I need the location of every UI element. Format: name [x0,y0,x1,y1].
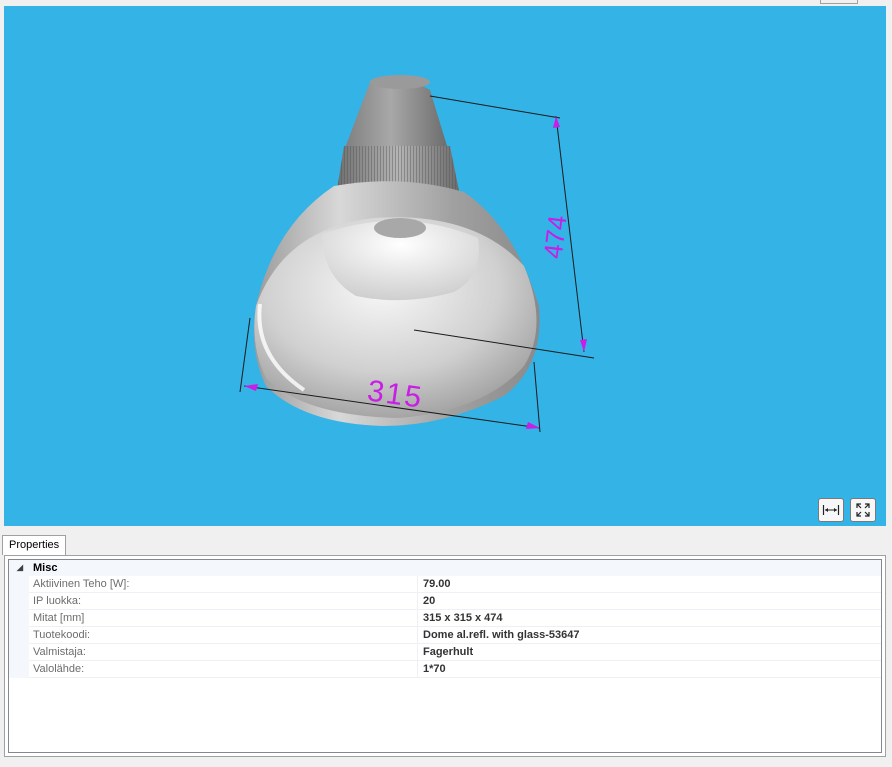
property-name: Mitat [mm] [33,610,418,626]
properties-panel: ◢ Misc Aktiivinen Teho [W]: 79.00 IP luo… [4,555,886,757]
property-value[interactable]: 1*70 [423,661,881,677]
luminaire-3d-model: 474 315 [239,75,595,433]
property-row[interactable]: Tuotekoodi: Dome al.refl. with glass-536… [9,627,881,644]
property-name: Tuotekoodi: [33,627,418,643]
fit-to-view-icon [856,503,870,517]
dimension-arrow-bottom [580,339,587,352]
property-name: Valolähde: [33,661,418,677]
property-grid: ◢ Misc Aktiivinen Teho [W]: 79.00 IP luo… [8,559,882,753]
category-row-misc[interactable]: ◢ Misc [9,560,881,576]
property-name: IP luokka: [33,593,418,609]
top-panel-tab-edge [820,0,858,4]
property-row[interactable]: Aktiivinen Teho [W]: 79.00 [9,576,881,593]
property-value[interactable]: 20 [423,593,881,609]
property-row[interactable]: IP luokka: 20 [9,593,881,610]
property-row[interactable]: Valolähde: 1*70 [9,661,881,678]
fit-to-view-button[interactable] [850,498,876,522]
collapse-triangle-icon[interactable]: ◢ [13,560,27,576]
property-value[interactable]: 315 x 315 x 474 [423,610,881,626]
property-name: Valmistaja: [33,644,418,660]
property-value[interactable]: Fagerhult [423,644,881,660]
property-value[interactable]: Dome al.refl. with glass-53647 [423,627,881,643]
3d-viewport[interactable]: 474 315 [4,6,886,526]
property-value[interactable]: 79.00 [423,576,881,592]
property-row[interactable]: Mitat [mm] 315 x 315 x 474 [9,610,881,627]
property-name: Aktiivinen Teho [W]: [33,576,418,592]
height-dimension-label: 474 [538,214,573,261]
tab-properties[interactable]: Properties [2,535,67,555]
measure-dimensions-button[interactable] [818,498,844,522]
property-row[interactable]: Valmistaja: Fagerhult [9,644,881,661]
dimension-arrow-left [244,384,258,391]
measure-dimensions-icon [822,505,840,515]
dimension-arrow-right [526,422,540,429]
category-label: Misc [33,562,58,574]
